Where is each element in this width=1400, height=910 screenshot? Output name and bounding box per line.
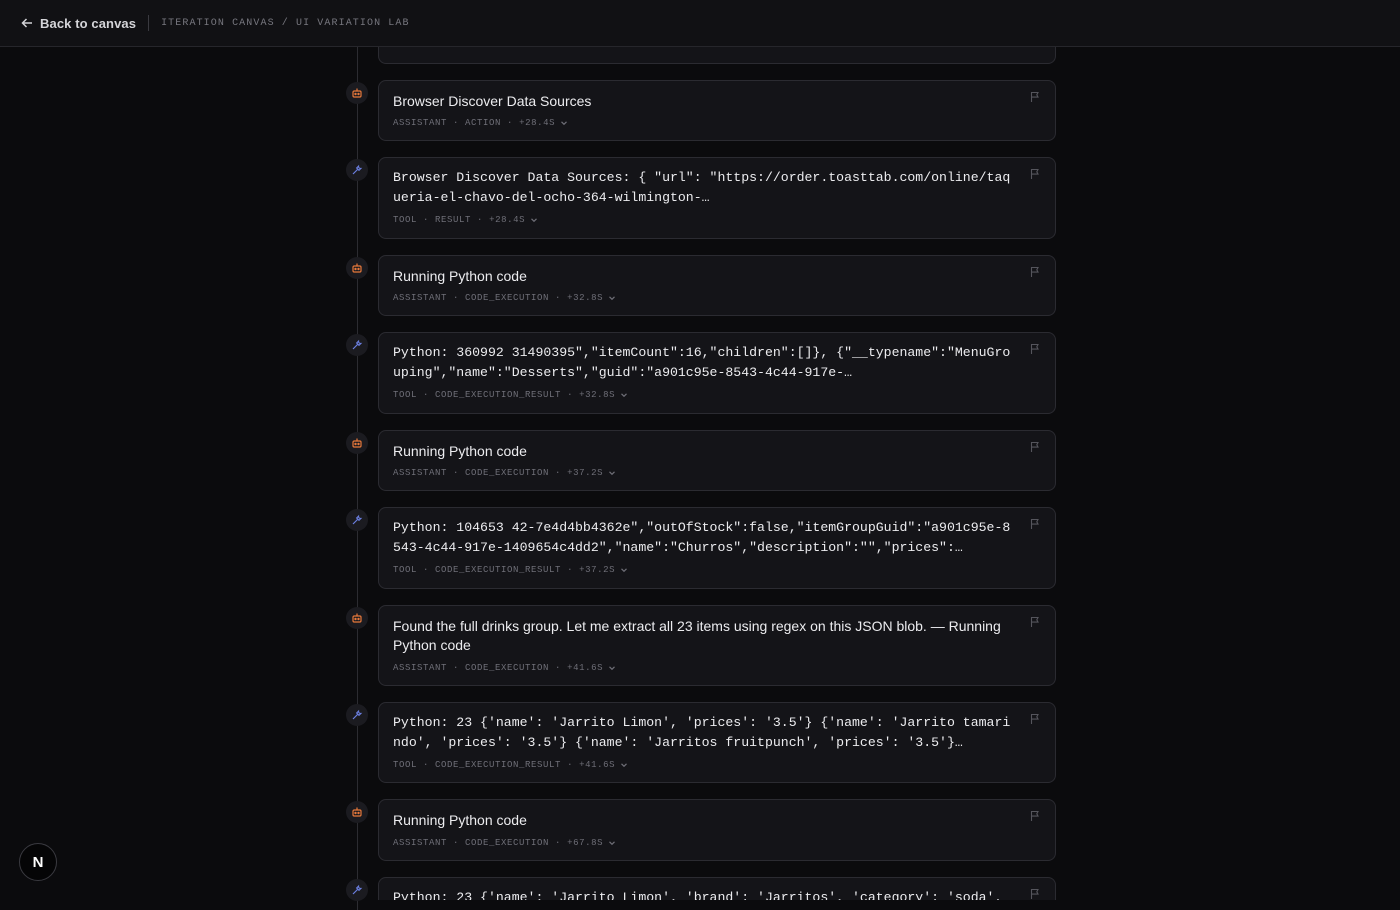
event-card[interactable]: Python: 23 {'name': 'Jarrito Limon', 'pr…: [378, 702, 1056, 783]
event-meta: TOOL · CODE_EXECUTION_RESULT · +37.2S: [393, 565, 629, 575]
chevron-down-icon[interactable]: [529, 215, 539, 225]
meta-time: +28.4S: [519, 118, 556, 128]
assistant-robot-icon: [346, 432, 368, 454]
event-card[interactable]: Running Python code ASSISTANT · CODE_EXEC…: [378, 799, 1056, 861]
tool-wrench-icon: [346, 159, 368, 181]
meta-time: +28.4S: [489, 215, 526, 225]
event-text: Running Python code: [393, 812, 527, 828]
assistant-robot-icon: [346, 607, 368, 629]
event-meta: ASSISTANT · ACTION · +28.4S: [393, 118, 569, 128]
tool-wrench-icon: [346, 509, 368, 531]
event-text: Python: 23 {'name': 'Jarrito Limon', 'pr…: [393, 715, 1011, 750]
back-to-canvas-button[interactable]: Back to canvas: [20, 16, 136, 31]
meta-role: ASSISTANT: [393, 838, 448, 848]
flag-icon[interactable]: [1029, 810, 1041, 822]
event-card[interactable]: Python: 104653 42-7e4d4bb4362e","outOfSt…: [378, 507, 1056, 589]
event-meta: ASSISTANT · CODE_EXECUTION · +41.6S: [393, 663, 617, 673]
event-card[interactable]: Running Python code ASSISTANT · CODE_EXEC…: [378, 430, 1056, 491]
event-card[interactable]: Python: 360992 31490395","itemCount":16,…: [378, 332, 1056, 414]
meta-role: ASSISTANT: [393, 663, 448, 673]
meta-role: TOOL: [393, 390, 418, 400]
event-card[interactable]: Python: 23 {'name': 'Jarrito Limon', 'br…: [378, 877, 1056, 900]
meta-time: +37.2S: [567, 468, 604, 478]
meta-time: +32.8S: [579, 390, 616, 400]
meta-time: +67.8S: [567, 838, 604, 848]
event-card[interactable]: Running Python code ASSISTANT · CODE_EXEC…: [378, 255, 1056, 316]
meta-role: ASSISTANT: [393, 118, 448, 128]
meta-role: TOOL: [393, 215, 418, 225]
flag-icon[interactable]: [1029, 888, 1041, 900]
chevron-down-icon[interactable]: [559, 118, 569, 128]
event-meta: ASSISTANT · CODE_EXECUTION · +37.2S: [393, 468, 617, 478]
meta-type: ACTION: [465, 118, 502, 128]
meta-role: TOOL: [393, 565, 418, 575]
event-text: Running Python code: [393, 268, 527, 284]
event-text: Found the full drinks group. Let me extr…: [393, 618, 1001, 653]
event-card[interactable]: Found the full drinks group. Let me extr…: [378, 605, 1056, 686]
meta-time: +41.6S: [579, 760, 616, 770]
meta-role: ASSISTANT: [393, 468, 448, 478]
nextjs-badge-button[interactable]: N: [19, 843, 57, 881]
chevron-down-icon[interactable]: [607, 838, 617, 848]
event-card[interactable]: Browser Discover Data Sources ASSISTANT ·…: [378, 80, 1056, 141]
meta-type: CODE_EXECUTION: [465, 468, 550, 478]
meta-type: RESULT: [435, 215, 472, 225]
meta-role: ASSISTANT: [393, 293, 448, 303]
event-text: Python: 360992 31490395","itemCount":16,…: [393, 345, 1011, 380]
arrow-left-icon: [21, 18, 32, 28]
chevron-down-icon[interactable]: [619, 390, 629, 400]
meta-time: +32.8S: [567, 293, 604, 303]
event-text: Browser Discover Data Sources: { "url": …: [393, 170, 1011, 205]
meta-type: CODE_EXECUTION_RESULT: [435, 760, 562, 770]
meta-type: CODE_EXECUTION: [465, 293, 550, 303]
meta-type: CODE_EXECUTION_RESULT: [435, 390, 562, 400]
flag-icon[interactable]: [1029, 518, 1041, 530]
tool-wrench-icon: [346, 334, 368, 356]
event-text: Python: 104653 42-7e4d4bb4362e","outOfSt…: [393, 520, 1011, 555]
flag-icon[interactable]: [1029, 616, 1041, 628]
event-text: Python: 23 {'name': 'Jarrito Limon', 'br…: [393, 890, 1003, 900]
meta-role: TOOL: [393, 760, 418, 770]
meta-time: +37.2S: [579, 565, 616, 575]
assistant-robot-icon: [346, 257, 368, 279]
meta-type: CODE_EXECUTION_RESULT: [435, 565, 562, 575]
assistant-robot-icon: [346, 82, 368, 104]
divider: [148, 15, 150, 31]
chevron-down-icon[interactable]: [607, 468, 617, 478]
meta-type: CODE_EXECUTION: [465, 663, 550, 673]
tool-wrench-icon: [346, 704, 368, 726]
event-feed: Browser Discover Data Sources ASSISTANT ·…: [0, 0, 1400, 910]
meta-time: +41.6S: [567, 663, 604, 673]
chevron-down-icon[interactable]: [619, 565, 629, 575]
meta-type: CODE_EXECUTION: [465, 838, 550, 848]
flag-icon[interactable]: [1029, 168, 1041, 180]
event-meta: ASSISTANT · CODE_EXECUTION · +32.8S: [393, 293, 617, 303]
event-text: Running Python code: [393, 443, 527, 459]
event-meta: TOOL · RESULT · +28.4S: [393, 215, 539, 225]
chevron-down-icon[interactable]: [607, 293, 617, 303]
flag-icon[interactable]: [1029, 441, 1041, 453]
flag-icon[interactable]: [1029, 91, 1041, 103]
back-label: Back to canvas: [40, 15, 137, 31]
flag-icon[interactable]: [1029, 266, 1041, 278]
chevron-down-icon[interactable]: [607, 663, 617, 673]
assistant-robot-icon: [346, 801, 368, 823]
tool-wrench-icon: [346, 879, 368, 901]
top-bar: Back to canvas ITERATION CANVAS / UI VAR…: [0, 0, 1400, 47]
event-meta: TOOL · CODE_EXECUTION_RESULT · +41.6S: [393, 760, 629, 770]
event-meta: ASSISTANT · CODE_EXECUTION · +67.8S: [393, 838, 617, 848]
flag-icon[interactable]: [1029, 713, 1041, 725]
chevron-down-icon[interactable]: [619, 760, 629, 770]
breadcrumb[interactable]: ITERATION CANVAS / UI VARIATION LAB: [161, 18, 410, 29]
flag-icon[interactable]: [1029, 343, 1041, 355]
event-card[interactable]: Browser Discover Data Sources: { "url": …: [378, 157, 1056, 239]
event-text: Browser Discover Data Sources: [393, 93, 592, 109]
event-meta: TOOL · CODE_EXECUTION_RESULT · +32.8S: [393, 390, 629, 400]
